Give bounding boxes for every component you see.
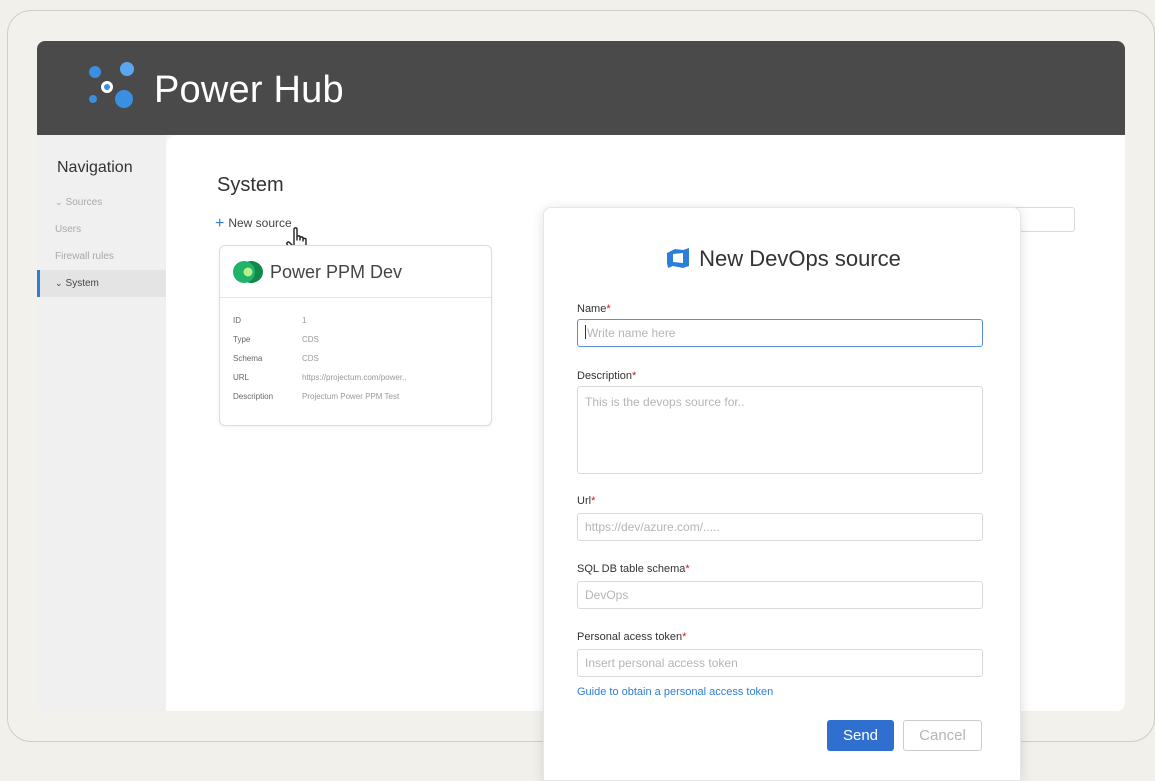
cancel-button[interactable]: Cancel — [903, 720, 982, 751]
power-hub-logo-icon — [89, 62, 134, 108]
sidebar-item-firewall-rules[interactable]: Firewall rules — [37, 243, 166, 270]
sidebar-item-label: Firewall rules — [55, 251, 114, 262]
chevron-down-icon: ⌄ — [55, 278, 63, 288]
app-header: Power Hub — [37, 41, 1125, 135]
url-input[interactable]: https://dev/azure.com/..... — [577, 513, 983, 541]
send-button[interactable]: Send — [827, 720, 894, 751]
card-row-schema: Schema CDS — [233, 354, 319, 363]
source-card[interactable]: Power PPM Dev ID 1 Type CDS Schema CDS URL h… — [219, 245, 492, 426]
schema-label: SQL DB table schema* — [577, 563, 690, 575]
sidebar-title: Navigation — [57, 159, 133, 176]
dialog-title: New DevOps source — [544, 246, 1022, 272]
card-row-id: ID 1 — [233, 316, 307, 325]
description-textarea[interactable]: This is the devops source for.. — [577, 386, 983, 474]
text-caret — [585, 325, 586, 339]
new-devops-source-dialog: New DevOps source Name* Write name here … — [543, 207, 1021, 781]
description-label: Description* — [577, 370, 637, 382]
token-label: Personal acess token* — [577, 631, 687, 643]
azure-devops-icon — [667, 248, 690, 268]
plus-icon: + — [215, 215, 225, 232]
dialog-title-text: New DevOps source — [699, 246, 901, 271]
source-card-title: Power PPM Dev — [270, 262, 403, 282]
guide-link[interactable]: Guide to obtain a personal access token — [577, 686, 773, 698]
sidebar: Navigation ⌄ Sources Users Firewall rules… — [37, 135, 166, 711]
url-label: Url* — [577, 495, 596, 507]
sidebar-item-users[interactable]: Users — [37, 216, 166, 243]
card-row-description: Description Projectum Power PPM Test — [233, 392, 400, 401]
token-input[interactable]: Insert personal access token — [577, 649, 983, 677]
card-row-type: Type CDS — [233, 335, 319, 344]
app-title: Power Hub — [154, 69, 344, 111]
new-source-button[interactable]: + New source — [215, 215, 292, 233]
sidebar-item-label: Users — [55, 224, 82, 235]
sidebar-item-sources[interactable]: ⌄ Sources — [37, 189, 166, 216]
source-card-header: Power PPM Dev — [220, 246, 491, 298]
page-title: System — [217, 174, 284, 196]
sidebar-item-label: System — [65, 278, 99, 289]
new-source-label: New source — [228, 216, 292, 230]
schema-input[interactable]: DevOps — [577, 581, 983, 609]
name-label: Name* — [577, 303, 611, 315]
sidebar-item-label: Sources — [65, 197, 103, 208]
sidebar-item-system[interactable]: ⌄ System — [37, 270, 166, 297]
dataverse-icon — [233, 261, 263, 283]
chevron-down-icon: ⌄ — [55, 197, 63, 207]
card-row-url: URL https://projectum.com/power.. — [233, 373, 407, 382]
name-input[interactable]: Write name here — [577, 319, 983, 347]
